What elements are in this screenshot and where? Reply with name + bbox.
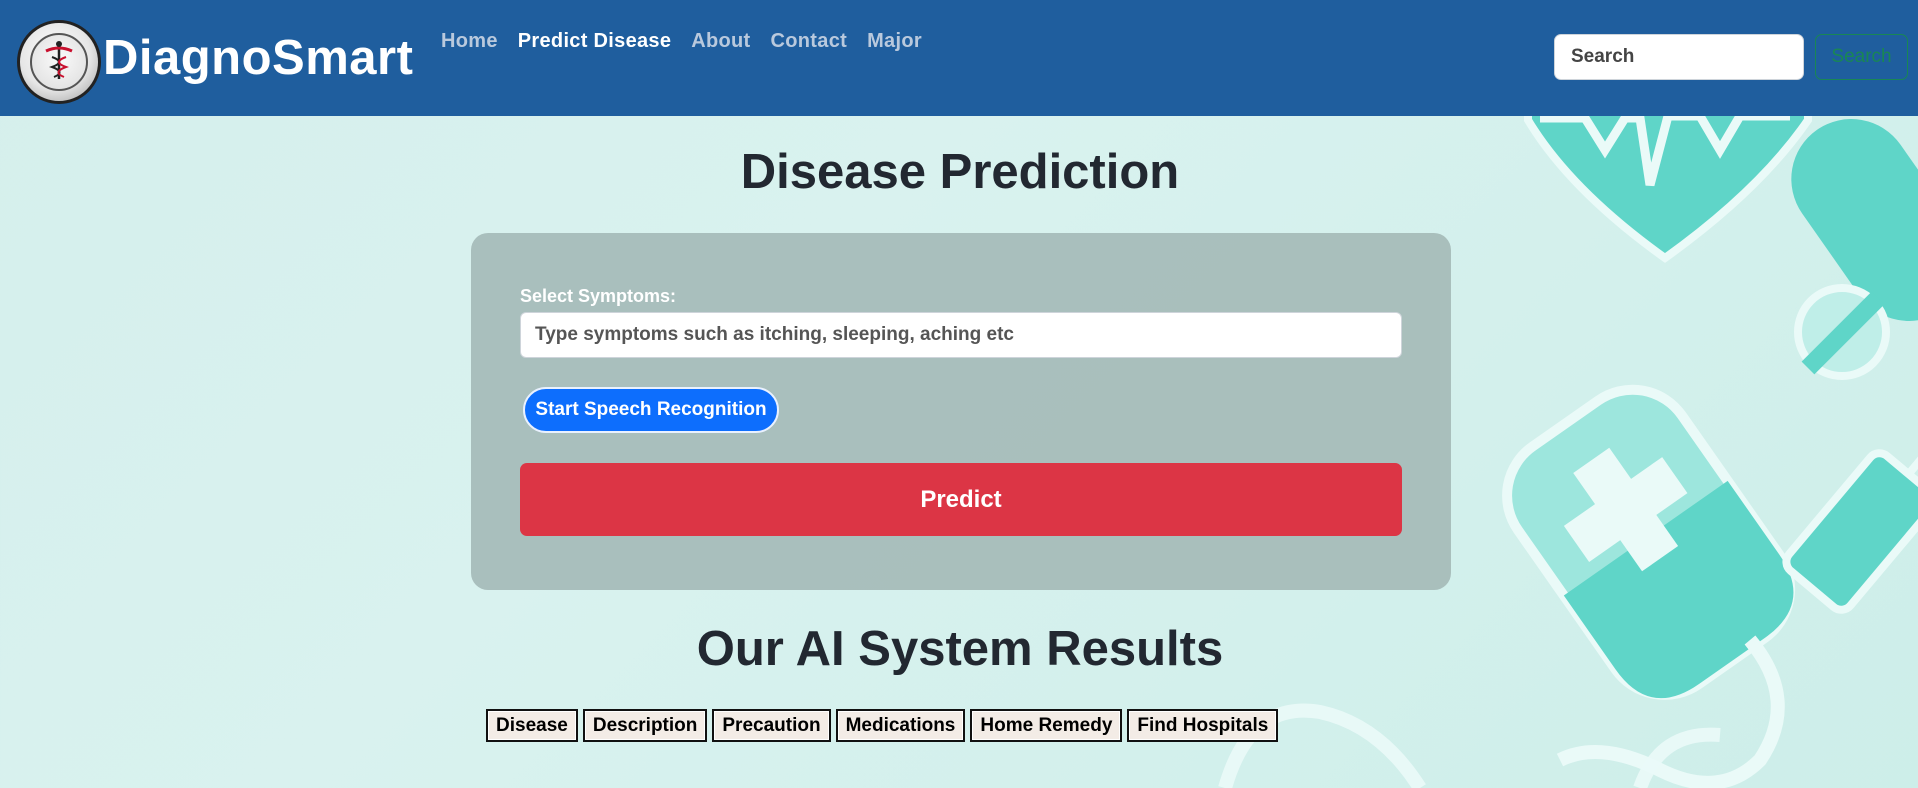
tab-home-remedy[interactable]: Home Remedy xyxy=(970,709,1123,742)
search-input[interactable] xyxy=(1554,34,1804,80)
search-button[interactable]: Search xyxy=(1815,34,1908,80)
tab-medications[interactable]: Medications xyxy=(835,709,966,742)
syringe-icon xyxy=(1782,410,1918,614)
main-nav: Home Predict Disease About Contact Major xyxy=(441,28,942,54)
results-title: Our AI System Results xyxy=(696,622,1224,676)
symptoms-label: Select Symptoms: xyxy=(520,286,677,306)
tab-disease[interactable]: Disease xyxy=(486,709,578,742)
top-navbar: DiagnoSmart Home Predict Disease About C… xyxy=(0,0,1918,116)
logo-emblem xyxy=(30,33,88,91)
caduceus-logo-icon[interactable] xyxy=(17,20,101,104)
nav-about[interactable]: About xyxy=(691,28,750,54)
symptoms-input[interactable] xyxy=(520,312,1402,358)
tab-precaution[interactable]: Precaution xyxy=(712,709,831,742)
brand-name[interactable]: DiagnoSmart xyxy=(103,28,413,88)
nav-major[interactable]: Major xyxy=(867,28,922,54)
pill-icon xyxy=(1794,284,1890,380)
start-speech-recognition-button[interactable]: Start Speech Recognition xyxy=(523,387,779,433)
caduceus-icon xyxy=(45,41,73,79)
nav-home[interactable]: Home xyxy=(441,28,498,54)
nav-predict-disease[interactable]: Predict Disease xyxy=(518,28,671,54)
page-title: Disease Prediction xyxy=(740,145,1180,199)
nav-contact[interactable]: Contact xyxy=(771,28,848,54)
tab-find-hospitals[interactable]: Find Hospitals xyxy=(1127,709,1279,742)
predict-button[interactable]: Predict xyxy=(520,463,1402,536)
tab-description[interactable]: Description xyxy=(582,709,708,742)
results-tab-bar: Disease Description Precaution Medicatio… xyxy=(486,709,1279,742)
prediction-form-card: Select Symptoms: Start Speech Recognitio… xyxy=(471,233,1451,590)
